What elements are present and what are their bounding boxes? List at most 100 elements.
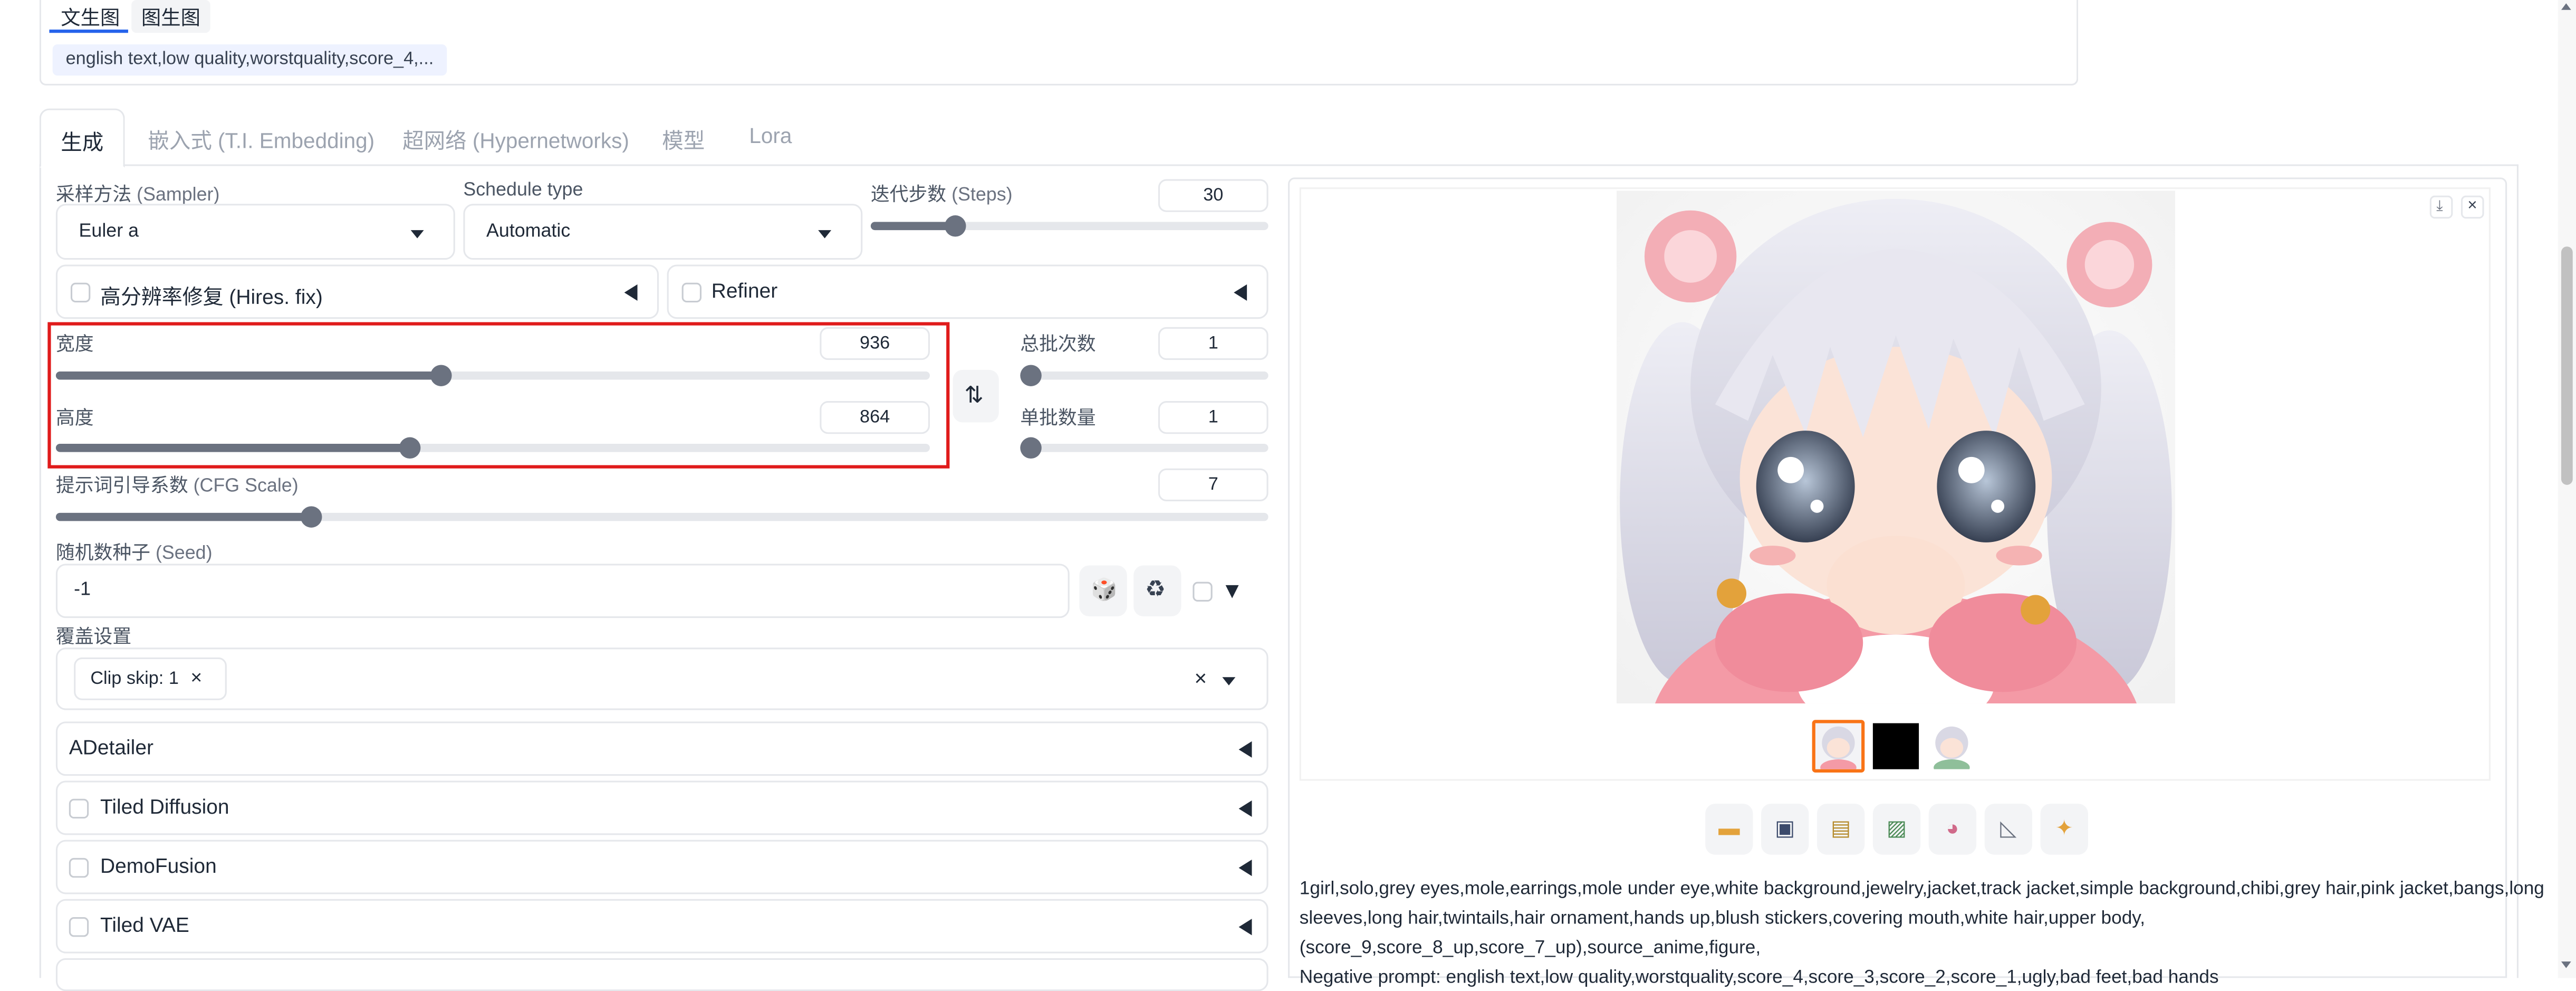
batch-count-slider-handle[interactable] xyxy=(1020,365,1042,386)
close-icon: × xyxy=(2467,197,2477,216)
save-button[interactable]: ▣ xyxy=(1761,804,1809,855)
generated-image-svg xyxy=(1616,190,2175,704)
tab-textual-inversion[interactable]: 嵌入式 (T.I. Embedding) xyxy=(148,123,374,155)
batch-size-input[interactable]: 1 xyxy=(1158,401,1268,434)
cfg-scale-input[interactable]: 7 xyxy=(1158,468,1268,502)
reuse-seed-button[interactable]: ♻ xyxy=(1133,565,1181,617)
tab-hypernetworks[interactable]: 超网络 (Hypernetworks) xyxy=(402,123,629,155)
hires-fix-accordion[interactable]: 高分辨率修复 (Hires. fix) xyxy=(55,264,659,319)
extra-seed-toggle-icon[interactable] xyxy=(1225,585,1239,598)
steps-slider[interactable] xyxy=(870,215,1268,237)
random-seed-button[interactable]: 🎲 xyxy=(1079,565,1127,617)
send-to-inpaint-button[interactable]: ◕ xyxy=(1928,804,1977,855)
generated-image[interactable] xyxy=(1616,190,2175,704)
batch-count-input[interactable]: 1 xyxy=(1158,327,1268,360)
cfg-scale-slider-fill xyxy=(55,512,311,521)
sampler-value: Euler a xyxy=(79,222,139,242)
demofusion-label: DemoFusion xyxy=(100,854,217,878)
send-to-extras-icon: ◺ xyxy=(2000,815,2017,840)
collapse-arrow-icon[interactable] xyxy=(1238,800,1252,817)
tab-generate-label: 生成 xyxy=(61,130,104,155)
page-scrollbar[interactable] xyxy=(2558,0,2576,978)
cfg-scale-slider[interactable] xyxy=(55,506,1268,528)
batch-size-label: 单批数量 xyxy=(1020,409,1096,429)
tab-models[interactable]: 模型 xyxy=(662,123,705,155)
batch-size-slider[interactable] xyxy=(1020,437,1268,459)
tiled-vae-checkbox[interactable] xyxy=(69,917,89,937)
download-icon: ⤓ xyxy=(2436,197,2443,214)
tiled-vae-accordion[interactable]: Tiled VAE xyxy=(55,899,1268,954)
adetailer-accordion[interactable]: ADetailer xyxy=(55,721,1268,776)
remove-chip-icon[interactable]: × xyxy=(190,665,202,689)
collapse-arrow-icon[interactable] xyxy=(1238,741,1252,758)
negative-prompt-chip-text: english text,low quality,worstquality,sc… xyxy=(65,49,434,69)
save-zip-button[interactable]: ▤ xyxy=(1816,804,1865,855)
steps-slider-fill xyxy=(870,222,955,231)
tab-img2img[interactable]: 图生图 xyxy=(131,0,210,33)
steps-input[interactable]: 30 xyxy=(1158,179,1268,212)
schedule-type-select[interactable]: Automatic xyxy=(463,204,863,260)
collapse-arrow-icon[interactable] xyxy=(1238,919,1252,936)
demofusion-checkbox[interactable] xyxy=(69,857,89,878)
swap-dimensions-button[interactable]: ⇅ xyxy=(953,369,999,423)
thumbnail-3-image xyxy=(1934,726,1970,769)
highlight-box xyxy=(47,322,950,469)
scrollbar-thumb[interactable] xyxy=(2561,246,2573,485)
clip-skip-chip-label: Clip skip: 1 xyxy=(90,669,179,689)
thumbnail-3[interactable] xyxy=(1928,723,1975,769)
thumbnail-2[interactable] xyxy=(1872,723,1919,769)
tiled-vae-label: Tiled VAE xyxy=(100,913,189,937)
close-image-button[interactable]: × xyxy=(2460,195,2484,219)
cfg-scale-slider-handle[interactable] xyxy=(301,506,322,528)
tab-generate[interactable]: 生成 xyxy=(39,108,125,168)
swap-arrows-icon: ⇅ xyxy=(964,381,984,408)
seed-value: -1 xyxy=(74,580,91,600)
save-icon: ▣ xyxy=(1775,815,1795,840)
negative-prompt-chip[interactable]: english text,low quality,worstquality,sc… xyxy=(52,44,447,76)
extra-seed-checkbox[interactable] xyxy=(1193,582,1213,602)
hires-fix-checkbox[interactable] xyxy=(70,282,91,303)
next-accordion[interactable] xyxy=(55,958,1268,991)
batch-size-slider-handle[interactable] xyxy=(1020,437,1042,459)
thumbnail-1-image xyxy=(1820,726,1857,769)
collapse-arrow-icon[interactable] xyxy=(1238,860,1252,876)
sparkle-button[interactable]: ✦ xyxy=(2040,804,2088,855)
sampler-label: 采样方法 (Sampler) xyxy=(55,185,220,206)
steps-slider-handle[interactable] xyxy=(945,215,966,237)
tiled-diffusion-label: Tiled Diffusion xyxy=(100,795,229,819)
override-settings-label: 覆盖设置 xyxy=(55,627,132,648)
tab-txt2img-label: 文生图 xyxy=(61,6,120,30)
generation-info-line-4: Negative prompt: english text,low qualit… xyxy=(1299,968,2219,988)
sampler-select[interactable]: Euler a xyxy=(55,204,455,260)
download-button[interactable]: ⤓ xyxy=(2429,195,2453,219)
send-to-img2img-button[interactable]: ▨ xyxy=(1872,804,1921,855)
clear-all-icon[interactable]: × xyxy=(1194,665,1207,690)
send-to-extras-button[interactable]: ◺ xyxy=(1984,804,2033,855)
demofusion-accordion[interactable]: DemoFusion xyxy=(55,840,1268,894)
send-to-img2img-icon: ▨ xyxy=(1886,815,1907,840)
scroll-up-icon[interactable] xyxy=(2561,3,2571,10)
override-settings-select[interactable]: Clip skip: 1 × × xyxy=(55,647,1268,710)
tab-lora[interactable]: Lora xyxy=(749,123,792,148)
tiled-diffusion-accordion[interactable]: Tiled Diffusion xyxy=(55,780,1268,835)
refiner-accordion[interactable]: Refiner xyxy=(667,264,1268,319)
folder-icon: ▬ xyxy=(1718,815,1740,840)
cfg-scale-label: 提示词引导系数 (CFG Scale) xyxy=(55,477,299,497)
clip-skip-chip[interactable]: Clip skip: 1 × xyxy=(74,657,227,700)
refiner-checkbox[interactable] xyxy=(681,282,702,303)
collapse-arrow-icon[interactable] xyxy=(1234,284,1247,301)
seed-input[interactable]: -1 xyxy=(55,564,1070,618)
tab-txt2img[interactable]: 文生图 xyxy=(49,0,128,33)
tiled-diffusion-checkbox[interactable] xyxy=(69,798,89,819)
thumbnail-1[interactable] xyxy=(1812,720,1865,773)
open-folder-button[interactable]: ▬ xyxy=(1705,804,1753,855)
collapse-arrow-icon[interactable] xyxy=(624,284,638,301)
scroll-down-icon[interactable] xyxy=(2561,961,2571,968)
sparkle-icon: ✦ xyxy=(2055,815,2073,840)
schedule-type-value: Automatic xyxy=(486,222,571,242)
generation-info-line-2: sleeves,long hair,twintails,hair ornamen… xyxy=(1299,909,2146,929)
batch-count-label: 总批次数 xyxy=(1020,335,1096,355)
batch-count-slider[interactable] xyxy=(1020,365,1268,386)
chevron-down-icon[interactable] xyxy=(1222,677,1236,685)
seed-label: 随机数种子 (Seed) xyxy=(55,544,213,564)
